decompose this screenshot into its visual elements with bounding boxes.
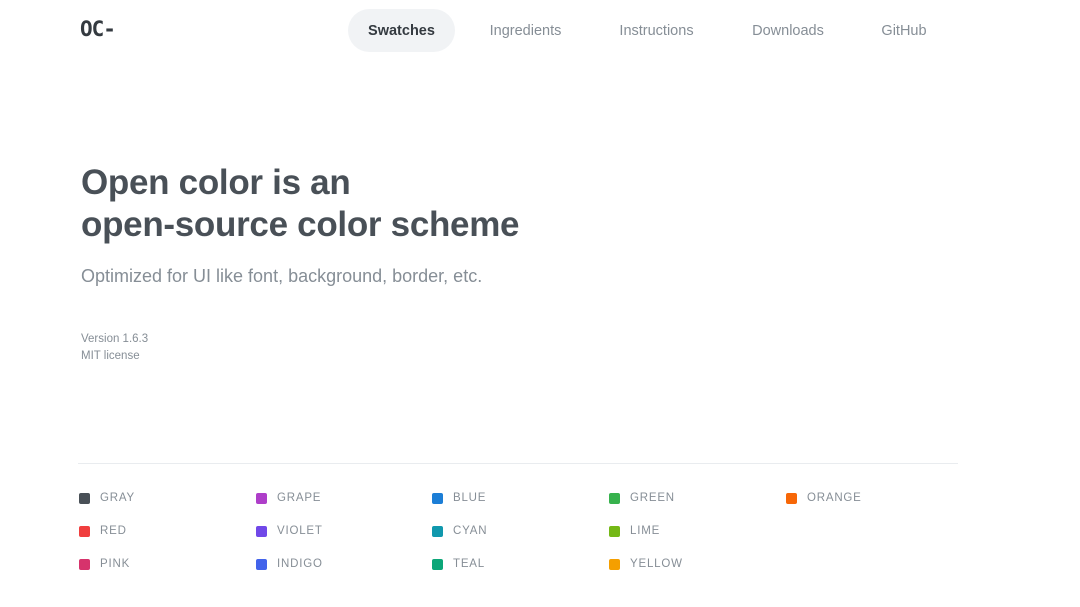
swatch-label: GREEN [630, 492, 675, 504]
swatch-label: TEAL [453, 558, 485, 570]
swatch-blue[interactable]: BLUE [432, 487, 486, 509]
swatch-cyan[interactable]: CYAN [432, 520, 487, 542]
swatch-label: CYAN [453, 525, 488, 537]
swatch-label: BLUE [453, 492, 487, 504]
swatch-pink[interactable]: PINK [79, 553, 130, 575]
color-chip [256, 525, 267, 537]
swatch-red[interactable]: RED [79, 520, 127, 542]
swatch-label: VIOLET [277, 525, 323, 537]
logo[interactable]: OC- [80, 17, 116, 41]
swatch-label: RED [100, 525, 127, 537]
nav-swatches[interactable]: Swatches [348, 9, 455, 52]
swatch-label: ORANGE [807, 492, 862, 504]
color-chip [256, 558, 267, 570]
version-info: Version 1.6.3 MIT license [81, 331, 148, 365]
color-chip [609, 492, 620, 504]
nav-ingredients[interactable]: Ingredients [455, 9, 596, 52]
version-text: Version 1.6.3 [81, 333, 149, 345]
swatch-label: PINK [100, 558, 131, 570]
color-chip [432, 492, 443, 504]
swatch-label: INDIGO [277, 558, 323, 570]
hero-subtitle: Optimized for UI like font, background, … [81, 266, 483, 286]
nav-downloads[interactable]: Downloads [717, 9, 859, 52]
swatch-teal[interactable]: TEAL [432, 553, 485, 575]
color-chip [79, 492, 90, 504]
color-chip [432, 525, 443, 537]
color-chip [609, 525, 620, 537]
swatch-label: GRAY [100, 492, 135, 504]
swatch-grape[interactable]: GRAPE [256, 487, 321, 509]
nav-github[interactable]: GitHub [859, 9, 949, 52]
swatch-yellow[interactable]: YELLOW [609, 553, 683, 575]
hero-title-line-2: open-source color scheme [81, 205, 520, 244]
hero-title-line-1: Open color is an [81, 163, 351, 202]
swatch-label: LIME [630, 525, 661, 537]
color-chip [256, 492, 267, 504]
color-chip [79, 558, 90, 570]
swatch-violet[interactable]: VIOLET [256, 520, 323, 542]
color-chip [609, 558, 620, 570]
color-chip [79, 525, 90, 537]
swatch-label: GRAPE [277, 492, 322, 504]
color-chip [786, 492, 797, 504]
divider [78, 463, 958, 464]
hero-title: Open color is an open-source color schem… [81, 162, 520, 246]
top-nav: Swatches Ingredients Instructions Downlo… [348, 9, 949, 52]
nav-instructions[interactable]: Instructions [596, 9, 717, 52]
swatch-lime[interactable]: LIME [609, 520, 660, 542]
swatch-indigo[interactable]: INDIGO [256, 553, 323, 575]
swatch-green[interactable]: GREEN [609, 487, 675, 509]
swatch-orange[interactable]: ORANGE [786, 487, 862, 509]
swatch-gray[interactable]: GRAY [79, 487, 135, 509]
license-text: MIT license [81, 350, 140, 362]
color-chip [432, 558, 443, 570]
swatch-label: YELLOW [630, 558, 683, 570]
